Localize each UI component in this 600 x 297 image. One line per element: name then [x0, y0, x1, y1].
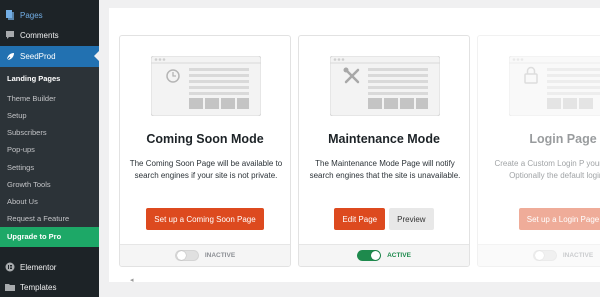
submenu-theme-builder[interactable]: Theme Builder [7, 94, 56, 103]
scroll-left-arrow[interactable]: ◂ [130, 276, 134, 284]
comment-icon [5, 30, 15, 40]
folder-icon [5, 282, 15, 292]
menu-pages[interactable]: Pages [0, 5, 99, 25]
submenu-settings[interactable]: Settings [7, 163, 34, 172]
seedprod-submenu: Landing Pages Theme Builder Setup Subscr… [0, 67, 99, 247]
menu-seedprod-label: SeedProd [20, 52, 56, 61]
seedprod-icon [5, 52, 15, 62]
login-card: Login Page Create a Custom Login P your … [477, 35, 600, 267]
modes-panel: Coming Soon Mode The Coming Soon Page wi… [109, 8, 600, 284]
main-content: Coming Soon Mode The Coming Soon Page wi… [99, 0, 600, 297]
submenu-growth-tools[interactable]: Growth Tools [7, 180, 51, 189]
menu-elementor-label: Elementor [20, 262, 57, 272]
menu-templates-label: Templates [20, 282, 57, 292]
admin-sidebar: Pages Comments SeedProd Landing Pages Th… [0, 0, 99, 297]
preview-button[interactable]: Preview [389, 208, 434, 230]
menu-comments-label: Comments [20, 30, 59, 40]
card-footer: ACTIVE [299, 244, 469, 266]
lock-icon [509, 56, 600, 116]
status-badge: ACTIVE [387, 252, 411, 259]
upgrade-to-pro-link[interactable]: Upgrade to Pro [0, 227, 99, 247]
card-footer: INACTIVE [120, 244, 290, 266]
submenu-about-us[interactable]: About Us [7, 197, 38, 206]
card-description: The Maintenance Mode Page will notify se… [309, 159, 461, 180]
submenu-subscribers[interactable]: Subscribers [7, 128, 47, 137]
card-title: Coming Soon Mode [146, 132, 264, 146]
setup-login-page-button[interactable]: Set up a Login Page [518, 208, 600, 230]
maintenance-card: Maintenance Mode The Maintenance Mode Pa… [298, 35, 470, 267]
card-footer: INACTIVE [478, 244, 600, 266]
submenu-setup[interactable]: Setup [7, 111, 27, 120]
menu-elementor[interactable]: Elementor [0, 257, 99, 277]
status-badge: INACTIVE [562, 252, 594, 259]
edit-page-button[interactable]: Edit Page [334, 208, 386, 230]
setup-coming-soon-button[interactable]: Set up a Coming Soon Page [146, 208, 264, 230]
submenu-popups[interactable]: Pop-ups [7, 145, 35, 154]
coming-soon-toggle[interactable] [174, 250, 199, 261]
login-page-toggle[interactable] [532, 250, 557, 261]
menu-seedprod[interactable]: SeedProd [0, 46, 99, 67]
card-title: Maintenance Mode [328, 132, 440, 146]
status-badge: INACTIVE [204, 252, 236, 259]
elementor-icon [5, 262, 15, 272]
tools-icon [330, 56, 440, 116]
maintenance-toggle[interactable] [357, 250, 382, 261]
menu-templates[interactable]: Templates [0, 277, 99, 297]
submenu-request-feature[interactable]: Request a Feature [7, 214, 69, 223]
coming-soon-card: Coming Soon Mode The Coming Soon Page wi… [119, 35, 291, 267]
card-description: Create a Custom Login P your website. Op… [494, 159, 600, 180]
clock-icon [151, 56, 261, 116]
card-title: Login Page [529, 132, 597, 146]
submenu-landing-pages[interactable]: Landing Pages [7, 74, 60, 83]
pages-icon [5, 10, 15, 20]
card-description: The Coming Soon Page will be available t… [129, 159, 283, 180]
menu-pages-label: Pages [20, 10, 43, 20]
menu-comments[interactable]: Comments [0, 25, 99, 45]
